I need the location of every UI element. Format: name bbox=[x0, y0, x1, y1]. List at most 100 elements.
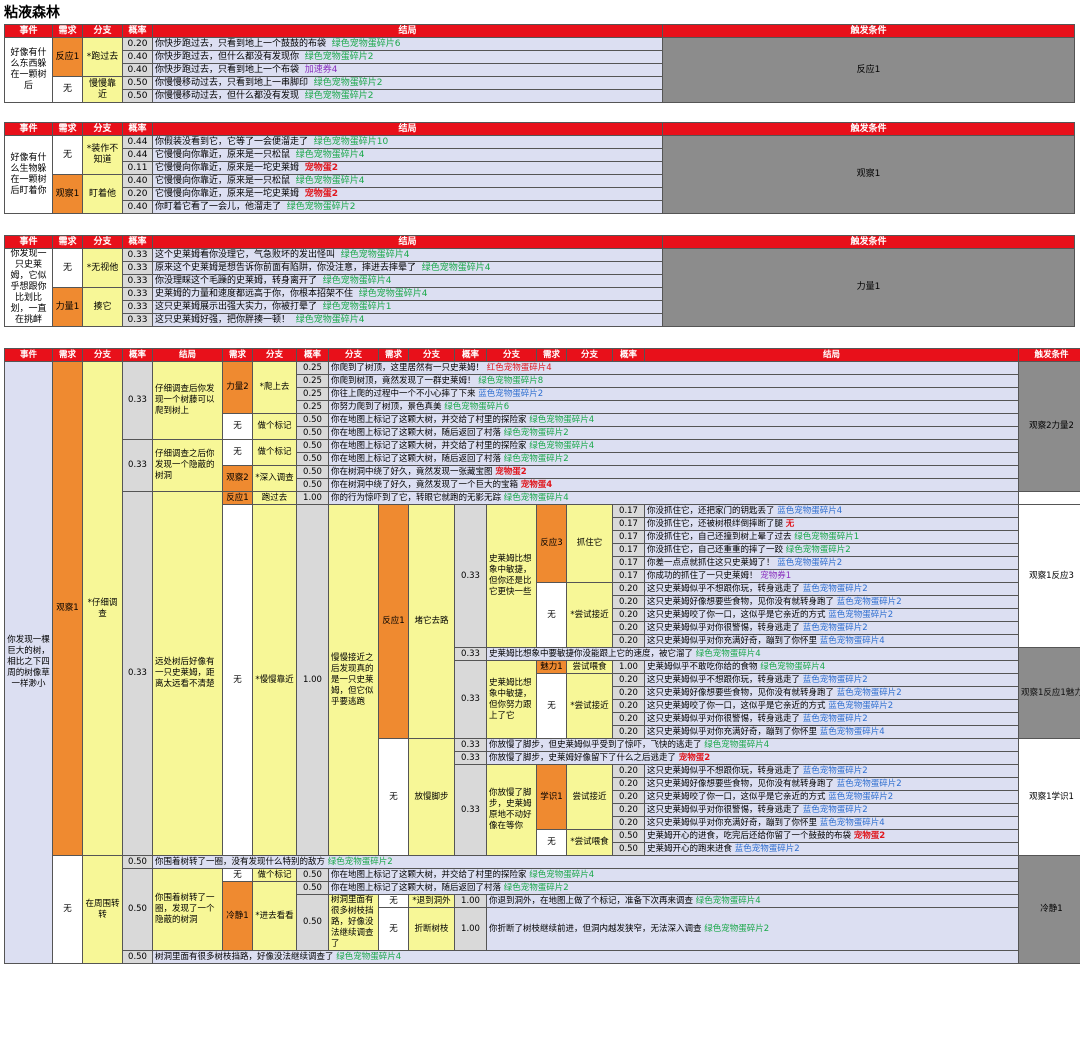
probability-cell: 0.33 bbox=[454, 751, 487, 765]
probability-cell: 1.00 bbox=[454, 894, 487, 908]
result-cell: 你努力爬到了树顶，景色真美 绿色宠物蛋碎片6 bbox=[328, 400, 1019, 414]
result-cell: 你折断了树枝继续前进，但洞内越发狭窄，无法深入调查 绿色宠物蛋碎片2 bbox=[486, 907, 1019, 951]
probability-cell: 0.50 bbox=[296, 426, 329, 440]
outcome-text: 你在地图上标记了这颗大树，随后返回了村落 bbox=[331, 882, 502, 893]
branch-cell: 你放慢了脚步，史莱姆原地不动好像在等你 bbox=[486, 764, 537, 856]
branch-cell: *深入调查 bbox=[252, 465, 297, 492]
probability-cell: 0.20 bbox=[612, 621, 645, 635]
result-cell: 你放慢了脚步，但史莱姆似乎受到了惊吓，飞快的逃走了 绿色宠物蛋碎片4 bbox=[486, 738, 1019, 752]
column-header: 分支 bbox=[408, 348, 455, 362]
result-cell: 这只史莱姆似乎对你很警惕，转身逃走了 蓝色宠物蛋碎片2 bbox=[644, 621, 1019, 635]
result-cell: 它慢慢向你靠近，原来是一只松鼠 绿色宠物蛋碎片4 bbox=[152, 174, 663, 188]
probability-cell: 0.20 bbox=[612, 686, 645, 700]
probability-cell: 0.44 bbox=[122, 148, 153, 162]
branch-cell: 远处树后好像有一只史莱姆，距离太远看不清楚 bbox=[152, 491, 223, 856]
table-header: 事件 需求 分支 概率 结局 触发条件 bbox=[4, 24, 1075, 38]
reward-text: 蓝色宠物蛋碎片2 bbox=[828, 791, 894, 802]
outcome-text: 你在地图上标记了这颗大树，并交给了村里的探险家 bbox=[331, 414, 527, 425]
result-cell: 你没抓住它，还被树根绊倒摔断了腿 无 bbox=[644, 517, 1019, 531]
outcome-text: 这只史莱姆好强，把你胖揍一顿！ bbox=[155, 314, 291, 325]
probability-cell: 0.17 bbox=[612, 543, 645, 557]
probability-cell: 0.25 bbox=[296, 387, 329, 401]
probability-cell: 0.20 bbox=[122, 37, 153, 51]
result-cell: 你慢慢移动过去，只看到地上一串脚印 绿色宠物蛋碎片2 bbox=[152, 76, 663, 90]
reward-text: 绿色宠物蛋碎片4 bbox=[695, 895, 761, 906]
reward-text: 宠物蛋2 bbox=[678, 752, 711, 763]
reward-text: 绿色宠物蛋碎片4 bbox=[503, 492, 569, 503]
reward-text: 绿色宠物蛋碎片4 bbox=[358, 288, 428, 299]
column-header: 事件 bbox=[4, 348, 53, 362]
event-description: 好像有什么东西躲在一颗树后 bbox=[4, 37, 53, 103]
column-header: 结局 bbox=[152, 122, 663, 136]
outcome-text: 史莱姆似乎不敢吃你给的食物 bbox=[647, 661, 758, 672]
probability-cell: 0.25 bbox=[296, 361, 329, 375]
table-row: 你发现一棵巨大的树，相比之下四周的树像草一样渺小 观察1 *仔细调查 0.33 … bbox=[4, 361, 1080, 964]
result-cell: 史莱姆似乎不敢吃你给的食物 绿色宠物蛋碎片4 bbox=[644, 660, 1019, 674]
outcome-text: 你在树洞中绕了好久，竟然发现了一个巨大的宝箱 bbox=[331, 479, 519, 490]
reward-text: 绿色宠物蛋碎片2 bbox=[704, 923, 770, 934]
need-cell: 学识1 bbox=[536, 764, 567, 830]
column-header: 结局 bbox=[644, 348, 1019, 362]
column-header: 触发条件 bbox=[1018, 348, 1080, 362]
reward-text: 宠物蛋2 bbox=[495, 466, 527, 477]
branch-cell: 放慢脚步 bbox=[408, 738, 455, 856]
reward-text: 绿色宠物蛋碎片4 bbox=[336, 951, 402, 962]
table-cell: 无 bbox=[222, 439, 253, 466]
result-cell: 这只史莱姆好像想要些食物，见你没有就转身跑了 蓝色宠物蛋碎片2 bbox=[644, 777, 1019, 791]
probability-cell: 0.20 bbox=[612, 595, 645, 609]
result-cell: 你在地图上标记了这颗大树，并交给了村里的探险家 绿色宠物蛋碎片4 bbox=[328, 439, 1019, 453]
probability-cell: 0.33 bbox=[122, 274, 153, 288]
probability-cell: 0.50 bbox=[296, 478, 329, 492]
probability-cell: 1.00 bbox=[296, 504, 329, 856]
probability-cell: 0.20 bbox=[612, 699, 645, 713]
reward-text: 蓝色宠物蛋碎片2 bbox=[802, 713, 868, 724]
outcome-text: 你放慢了脚步，但史莱姆似乎受到了惊吓，飞快的逃走了 bbox=[489, 739, 702, 750]
outcome-text: 你假装没看到它，它等了一会便溜走了 bbox=[155, 136, 309, 147]
need-cell: 反应3 bbox=[536, 504, 567, 583]
reward-text: 蓝色宠物蛋碎片2 bbox=[802, 583, 868, 594]
result-cell: 这只史莱姆似乎对你很警惕，转身逃走了 蓝色宠物蛋碎片2 bbox=[644, 803, 1019, 817]
outcome-text: 你快步跑过去，只看到地上一个鼓鼓的布袋 bbox=[155, 38, 327, 49]
probability-cell: 0.50 bbox=[122, 855, 153, 869]
table-cell: 无 bbox=[222, 504, 253, 856]
column-header: 需求 bbox=[52, 235, 83, 249]
reward-text: 蓝色宠物蛋碎片2 bbox=[802, 804, 868, 815]
outcome-text: 你在地图上标记了这颗大树，并交给了村里的探险家 bbox=[331, 869, 527, 880]
table-row: 0.33 远处树后好像有一只史莱姆，距离太远看不清楚 反应1 跑过去 1.00 … bbox=[5, 491, 1080, 856]
result-cell: 这只史莱姆好像想要些食物，见你没有就转身跑了 蓝色宠物蛋碎片2 bbox=[644, 595, 1019, 609]
probability-cell: 0.50 bbox=[122, 868, 153, 951]
reward-text: 绿色宠物蛋碎片4 bbox=[295, 175, 365, 186]
outcome-text: 这只史莱姆咬了你一口，这似乎是它亲近的方式 bbox=[647, 791, 826, 802]
result-cell: 你盯着它看了一会儿，他溜走了 绿色宠物蛋碎片2 bbox=[152, 200, 663, 214]
probability-cell: 0.20 bbox=[612, 764, 645, 778]
table-header: 事件 需求 分支 概率 结局 触发条件 bbox=[4, 122, 1075, 136]
column-header: 概率 bbox=[296, 348, 329, 362]
reward-text: 绿色宠物蛋碎片2 bbox=[286, 201, 356, 212]
column-header: 概率 bbox=[122, 235, 153, 249]
probability-cell: 0.40 bbox=[122, 50, 153, 64]
probability-cell: 0.50 bbox=[612, 842, 645, 856]
column-header: 触发条件 bbox=[662, 122, 1075, 136]
branch-cell: 做个标记 bbox=[252, 439, 297, 466]
branch-cell: 揍它 bbox=[82, 287, 123, 327]
branch-cell: *进去看看 bbox=[252, 881, 297, 951]
outcome-text: 它慢慢向你靠近，原来是一只松鼠 bbox=[155, 149, 291, 160]
table-row: 无 在周围转转 0.50 你围着树转了一圈，没有发现什么特别的敌方 绿色宠物蛋碎… bbox=[5, 855, 1080, 964]
result-cell: 你往上爬的过程中一个不小心摔了下来 蓝色宠物蛋碎片2 bbox=[328, 387, 1019, 401]
reward-text: 绿色宠物蛋碎片2 bbox=[327, 856, 393, 867]
column-header: 需求 bbox=[222, 348, 253, 362]
event-table-4: 事件 需求 分支 概率 结局 需求 分支 概率 分支 需求 分支 概率 分支 需求 分支 概率 结局触… bbox=[4, 348, 1080, 964]
column-header: 分支 bbox=[82, 122, 123, 136]
outcome-text: 你的行为惊吓到了它，转眼它就跑的无影无踪 bbox=[331, 492, 502, 503]
branch-cell: 史莱姆比想象中敏捷，但你努力跟上了它 bbox=[486, 660, 537, 739]
probability-cell: 0.20 bbox=[612, 777, 645, 791]
column-header: 需求 bbox=[52, 122, 83, 136]
outcome-text: 这只史莱姆似乎对你很警惕，转身逃走了 bbox=[647, 713, 801, 724]
need-cell: 反应1 bbox=[222, 491, 253, 505]
column-header: 结局 bbox=[152, 235, 663, 249]
probability-cell: 0.33 bbox=[122, 287, 153, 301]
probability-cell: 0.20 bbox=[612, 803, 645, 817]
result-cell: 你没抓住它，还把家门的钥匙丢了 蓝色宠物蛋碎片4 bbox=[644, 504, 1019, 518]
result-cell: 这只史莱姆似乎对你充满好奇，蹦到了你怀里 蓝色宠物蛋碎片4 bbox=[644, 634, 1019, 648]
branch-cell: *尝试接近 bbox=[566, 582, 613, 648]
